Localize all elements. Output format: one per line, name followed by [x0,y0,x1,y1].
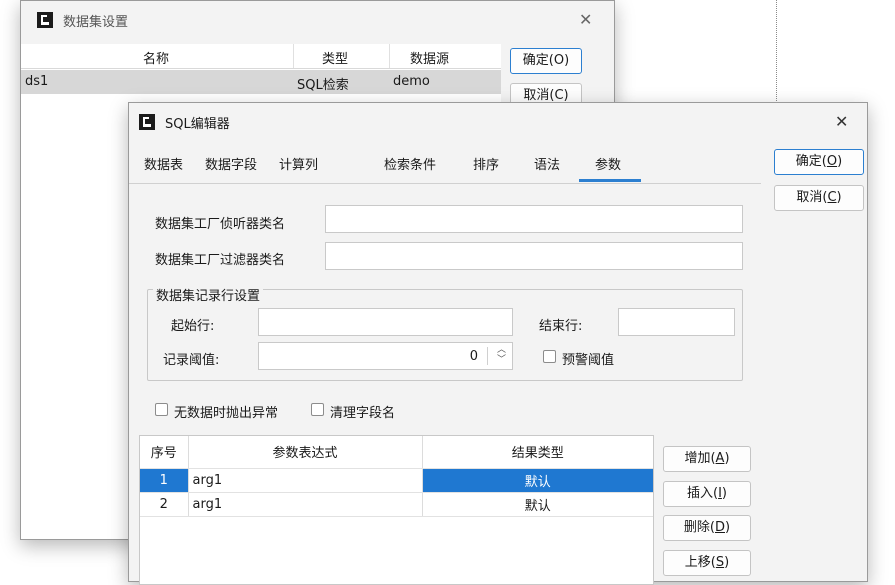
dataset-ok-button[interactable]: 确定(O) [510,48,582,74]
insert-param-button[interactable]: 插入(I) [663,481,751,507]
clean-fields-checkbox[interactable] [311,403,324,416]
paren: ) [724,451,730,466]
tab-bar: 数据表 数据字段 计算列 检索条件 排序 语法 参数 [129,141,761,184]
warn-threshold-checkbox[interactable] [543,350,556,363]
tab-sort[interactable]: 排序 [473,154,499,173]
param-row-expr: arg1 [188,492,423,517]
threshold-label: 记录阈值: [163,353,220,368]
dataset-settings-titlebar: 数据集设置 [21,1,614,39]
record-settings-title: 数据集记录行设置 [153,285,264,304]
start-row-label: 起始行: [171,319,215,334]
sql-editor-title: SQL编辑器 [165,116,230,132]
tab-query-conditions[interactable]: 检索条件 [384,154,436,173]
delete-param-button[interactable]: 删除(D) [663,515,751,541]
table-row[interactable]: 1 arg1 默认 [140,468,653,493]
param-col-no[interactable]: 序号 [140,436,189,469]
close-icon[interactable]: ✕ [579,10,592,29]
param-row-no: 1 [140,468,189,493]
close-icon[interactable]: ✕ [835,112,848,131]
delete-key: D [714,520,725,535]
warn-threshold-label: 预警阈值 [562,353,615,368]
sql-cancel-button[interactable]: 取消(C) [774,185,864,211]
move-up-key: S [715,555,725,570]
add-label: 增加( [684,451,716,466]
throw-on-empty-checkbox[interactable] [155,403,168,416]
param-table: 序号 参数表达式 结果类型 1 arg1 默认 2 arg1 默认 [139,435,654,585]
active-tab-underline [579,179,641,182]
sql-ok-label: 确定( [795,154,827,169]
start-row-input[interactable] [258,308,513,336]
add-param-button[interactable]: 增加(A) [663,446,751,472]
sql-cancel-key: C [827,190,837,205]
param-row-type: 默认 [422,468,653,493]
threshold-spinner[interactable]: 0 ︿ ﹀ [258,342,513,370]
move-up-button[interactable]: 上移(S) [663,550,751,576]
end-row-label: 结束行: [539,319,583,334]
paren: ) [721,486,727,501]
spinner-arrows-icon[interactable]: ︿ ﹀ [497,345,506,365]
column-header-name[interactable]: 名称 [143,48,169,67]
end-row-input[interactable] [618,308,735,336]
sql-cancel-label: 取消( [796,190,828,205]
sql-ok-button[interactable]: 确定(O) [774,149,864,175]
delete-label: 删除( [683,520,715,535]
filter-class-input[interactable] [325,242,743,270]
tab-syntax[interactable]: 语法 [534,154,560,173]
app-logo-icon [37,12,53,28]
paren: ) [724,555,730,570]
clean-fields-label: 清理字段名 [330,406,396,421]
param-col-expr[interactable]: 参数表达式 [188,436,423,469]
table-row[interactable]: ds1 SQL检索 demo [21,70,501,94]
table-row[interactable]: 2 arg1 默认 [140,492,653,517]
tab-computed-columns[interactable]: 计算列 [279,154,318,173]
insert-label: 插入( [687,486,719,501]
filter-class-label: 数据集工厂过滤器类名 [155,253,286,268]
move-up-label: 上移( [684,555,716,570]
paren: ) [725,520,731,535]
dataset-table-header: 名称 类型 数据源 [21,44,501,69]
threshold-value: 0 [469,349,478,364]
row-name-cell: ds1 [25,74,49,89]
tab-tables[interactable]: 数据表 [144,154,183,173]
listener-class-input[interactable] [325,205,743,233]
column-header-source[interactable]: 数据源 [410,48,449,67]
sql-editor-titlebar: SQL编辑器 [129,103,867,141]
param-row-no: 2 [140,492,189,517]
sql-ok-key: O [826,154,838,169]
tab-data-fields[interactable]: 数据字段 [205,154,257,173]
tab-parameters[interactable]: 参数 [595,154,621,173]
column-header-type[interactable]: 类型 [322,48,348,67]
app-logo-icon [139,114,155,130]
paren: ) [837,154,843,169]
paren: ) [836,190,842,205]
listener-class-label: 数据集工厂侦听器类名 [155,217,286,232]
param-col-type[interactable]: 结果类型 [422,436,653,469]
row-type-cell: SQL检索 [297,78,349,93]
param-row-type: 默认 [422,492,653,517]
row-source-cell: demo [393,74,430,89]
sql-editor-dialog: SQL编辑器 ✕ 数据表 数据字段 计算列 检索条件 排序 语法 参数 确定(O… [128,102,868,585]
throw-on-empty-label: 无数据时抛出异常 [174,406,279,421]
param-row-expr: arg1 [188,468,423,493]
dataset-settings-title: 数据集设置 [63,14,129,30]
